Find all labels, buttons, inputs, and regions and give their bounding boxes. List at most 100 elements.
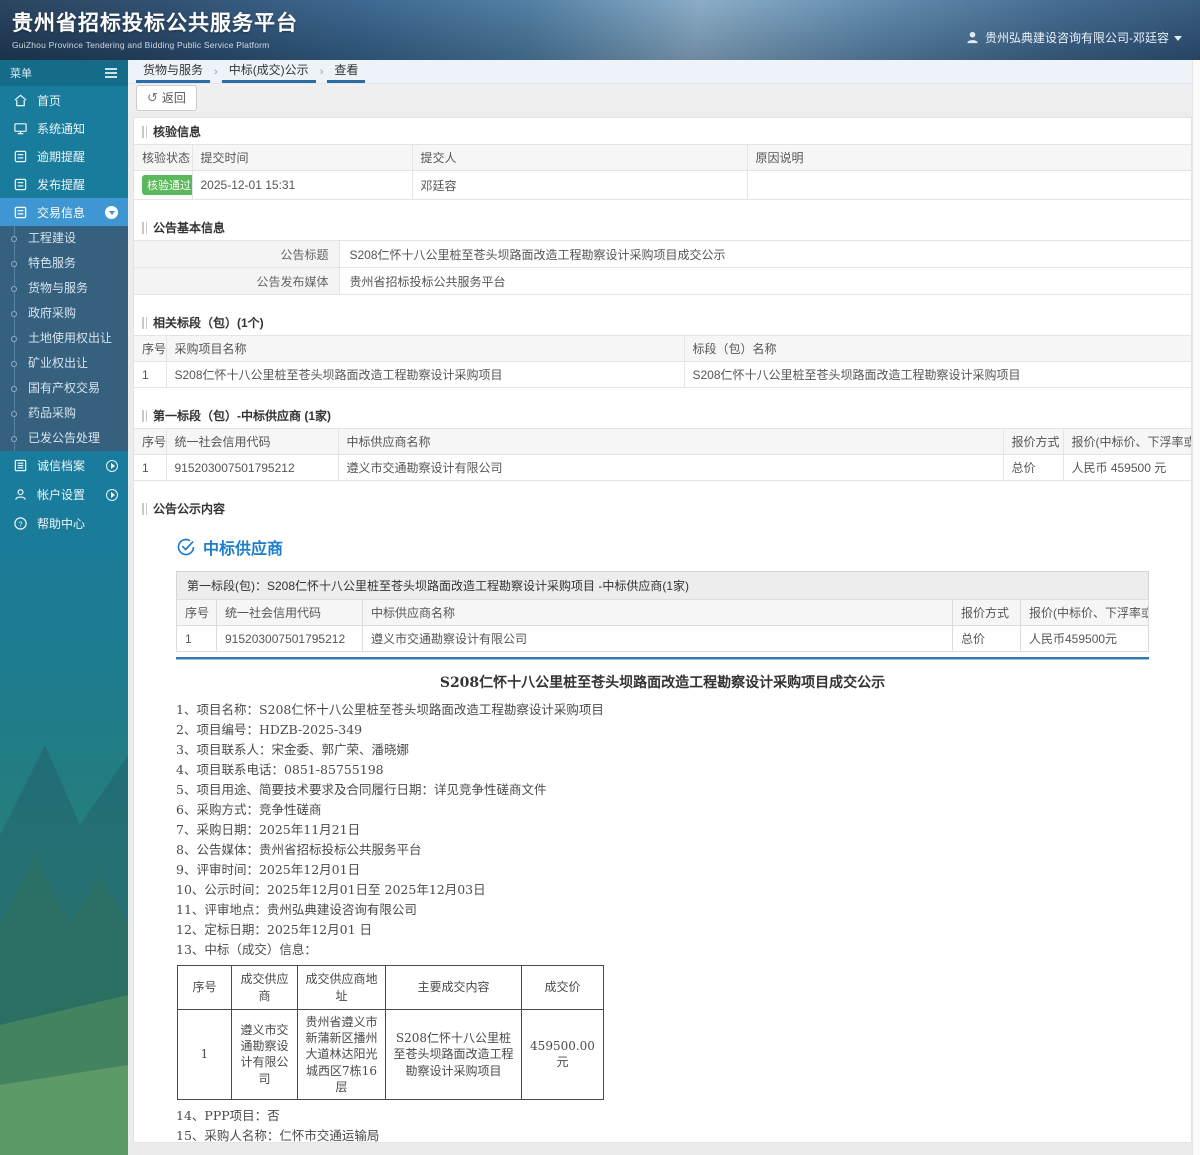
breadcrumb-separator: › (319, 66, 324, 78)
table-row: 1 915203007501795212 遵义市交通勘察设计有限公司 总价 人民… (134, 454, 1191, 481)
submenu-item-goods-services[interactable]: 货物与服务 (0, 276, 128, 301)
row-index: 1 (134, 361, 167, 388)
section-marker (142, 409, 147, 422)
back-button-label: 返回 (161, 91, 186, 105)
submenu-item-special-services[interactable]: 特色服务 (0, 251, 128, 276)
sidebar-item-help-center[interactable]: ? 帮助中心 (0, 509, 128, 538)
document-icon (14, 206, 27, 218)
sidebar-item-label: 帮助中心 (37, 517, 86, 531)
doc-line: 3、项目联系人：宋金委、郭广荣、潘晓娜 (176, 742, 409, 757)
submenu-item-gov-procurement[interactable]: 政府采购 (0, 301, 128, 326)
page-subtitle: GuiZhou Province Tendering and Bidding P… (12, 40, 270, 50)
back-button[interactable]: ↺ 返回 (136, 85, 197, 111)
user-name: 贵州弘典建设咨询有限公司-邓廷容 (985, 30, 1169, 45)
breadcrumb-award-notice[interactable]: 中标(成交)公示 (221, 58, 316, 83)
app-screen: 贵州省招标投标公共服务平台 GuiZhou Province Tendering… (0, 0, 1200, 1155)
chevron-right-circle-icon (106, 488, 118, 501)
submenu-item-state-property[interactable]: 国有产权交易 (0, 376, 128, 401)
table-row: 1 915203007501795212 遵义市交通勘察设计有限公司 总价 人民… (176, 625, 1149, 652)
doc-line: 13、中标（成交）信息： (176, 942, 317, 957)
doc-line: 4、项目联系电话：0851-85755198 (176, 762, 384, 777)
quote-value: 人民币459500元 (1020, 625, 1149, 652)
sidebar-item-account-settings[interactable]: 帐户设置 (0, 480, 128, 509)
doc-line: 14、PPP项目：否 (176, 1107, 280, 1123)
user-menu[interactable]: 贵州弘典建设咨询有限公司-邓廷容 (965, 0, 1182, 60)
submitter: 邓廷容 (411, 170, 748, 200)
svg-text:?: ? (18, 519, 22, 528)
doc-line: 10、公示时间：2025年12月01日至 2025年12月03日 (176, 882, 486, 897)
section-title: 公告公示内容 (153, 502, 226, 516)
column-header: 中标供应商名称 (362, 599, 953, 626)
column-header: 标段（包）名称 (683, 335, 1191, 362)
sidebar-item-overdue-reminder[interactable]: 逾期提醒 (0, 142, 128, 170)
section-header: 相关标段（包）(1个) (134, 309, 1191, 335)
section-marker (142, 125, 147, 138)
column-header: 原因说明 (746, 144, 1191, 171)
table-row: 公告发布媒体 贵州省招标投标公共服务平台 (134, 267, 1191, 295)
quote-method: 总价 (1002, 454, 1064, 481)
sidebar-item-label: 帐户设置 (37, 488, 86, 502)
field-label: 公告发布媒体 (134, 267, 340, 295)
breadcrumb-goods-services[interactable]: 货物与服务 (136, 58, 211, 83)
table-row: 公告标题 S208仁怀十八公里桩至苍头坝路面改造工程勘察设计采购项目成交公示 (134, 240, 1191, 268)
quote-value: 人民币 459500 元 (1062, 454, 1191, 481)
submenu-item-published-notices[interactable]: 已发公告处理 (0, 426, 128, 451)
column-header: 序号 (134, 335, 167, 362)
verify-table: 核验状态 提交时间 提交人 原因说明 核验通过 2025-12-01 15:31… (134, 144, 1191, 200)
blue-divider (176, 657, 1149, 660)
sidebar-menu-header: 菜单 (0, 60, 128, 86)
credit-code: 915203007501795212 (165, 454, 339, 481)
sidebar-item-publish-reminder[interactable]: 发布提醒 (0, 170, 128, 198)
monitor-icon (14, 122, 27, 134)
section-related-lots: 相关标段（包）(1个) 序号 采购项目名称 标段（包）名称 1 S208仁怀十八… (134, 309, 1191, 388)
deal-supplier-address: 贵州省遵义市新蒲新区播州大道林达阳光城西区7栋16层 (297, 1009, 386, 1100)
scrollbar-track[interactable] (1192, 60, 1200, 1155)
document-icon (14, 150, 27, 162)
doc-line: 8、公告媒体：贵州省招标投标公共服务平台 (176, 842, 422, 857)
section-title: 第一标段（包）-中标供应商 (1家) (153, 409, 331, 423)
submenu-item-mining-rights[interactable]: 矿业权出让 (0, 351, 128, 376)
breadcrumb-view[interactable]: 查看 (327, 58, 366, 83)
reason (746, 170, 1191, 200)
submenu-item-drug-procurement[interactable]: 药品采购 (0, 401, 128, 426)
column-header: 统一社会信用代码 (165, 428, 339, 455)
column-header: 核验状态 (134, 144, 193, 171)
column-header: 序号 (134, 428, 167, 455)
section-header: 核验信息 (134, 118, 1191, 144)
section-header: 第一标段（包）-中标供应商 (1家) (134, 402, 1191, 428)
basic-info-table: 公告标题 S208仁怀十八公里桩至苍头坝路面改造工程勘察设计采购项目成交公示 公… (134, 240, 1191, 295)
sidebar-item-label: 诚信档案 (37, 459, 86, 473)
deal-price: 459500.00元 (521, 1009, 604, 1100)
page-title: 贵州省招标投标公共服务平台 (12, 12, 298, 35)
main-area: 货物与服务 › 中标(成交)公示 › 查看 ↺ 返回 核验信息 核验状态 提交时… (128, 60, 1200, 1155)
column-header: 报价方式 (952, 599, 1021, 626)
sidebar-item-trade-info[interactable]: 交易信息 (0, 198, 128, 226)
question-icon: ? (14, 517, 27, 530)
table-row: 1 S208仁怀十八公里桩至苍头坝路面改造工程勘察设计采购项目 S208仁怀十八… (134, 361, 1191, 388)
notice-body: 中标供应商 第一标段(包)：S208仁怀十八公里桩至苍头坝路面改造工程勘察设计采… (134, 521, 1191, 1142)
section-title: 相关标段（包）(1个) (153, 316, 264, 330)
sidebar-item-notifications[interactable]: 系统通知 (0, 114, 128, 142)
credit-code: 915203007501795212 (216, 625, 363, 652)
submenu-item-engineering[interactable]: 工程建设 (0, 226, 128, 251)
submenu-item-land-use[interactable]: 土地使用权出让 (0, 326, 128, 351)
column-header: 序号 (177, 965, 232, 1010)
sidebar-item-label: 首页 (37, 93, 62, 108)
sidebar-item-home[interactable]: 首页 (0, 86, 128, 114)
winning-supplier-heading: 中标供应商 (176, 535, 1149, 559)
doc-line: 12、定标日期：2025年12月01 日 (176, 922, 373, 937)
column-header: 提交时间 (191, 144, 413, 171)
menu-label: 菜单 (10, 68, 32, 80)
heading-label: 中标供应商 (203, 541, 284, 558)
hamburger-icon[interactable] (104, 67, 118, 79)
sidebar-item-credit-archive[interactable]: 诚信档案 (0, 451, 128, 480)
quote-method: 总价 (952, 625, 1021, 652)
row-index: 1 (176, 625, 217, 652)
column-header: 序号 (176, 599, 217, 626)
sidebar-item-label: 系统通知 (37, 121, 86, 136)
row-index: 1 (134, 454, 167, 481)
column-header: 中标供应商名称 (337, 428, 1004, 455)
list-icon (14, 459, 27, 472)
section-title: 公告基本信息 (153, 221, 226, 235)
back-icon: ↺ (147, 89, 158, 105)
